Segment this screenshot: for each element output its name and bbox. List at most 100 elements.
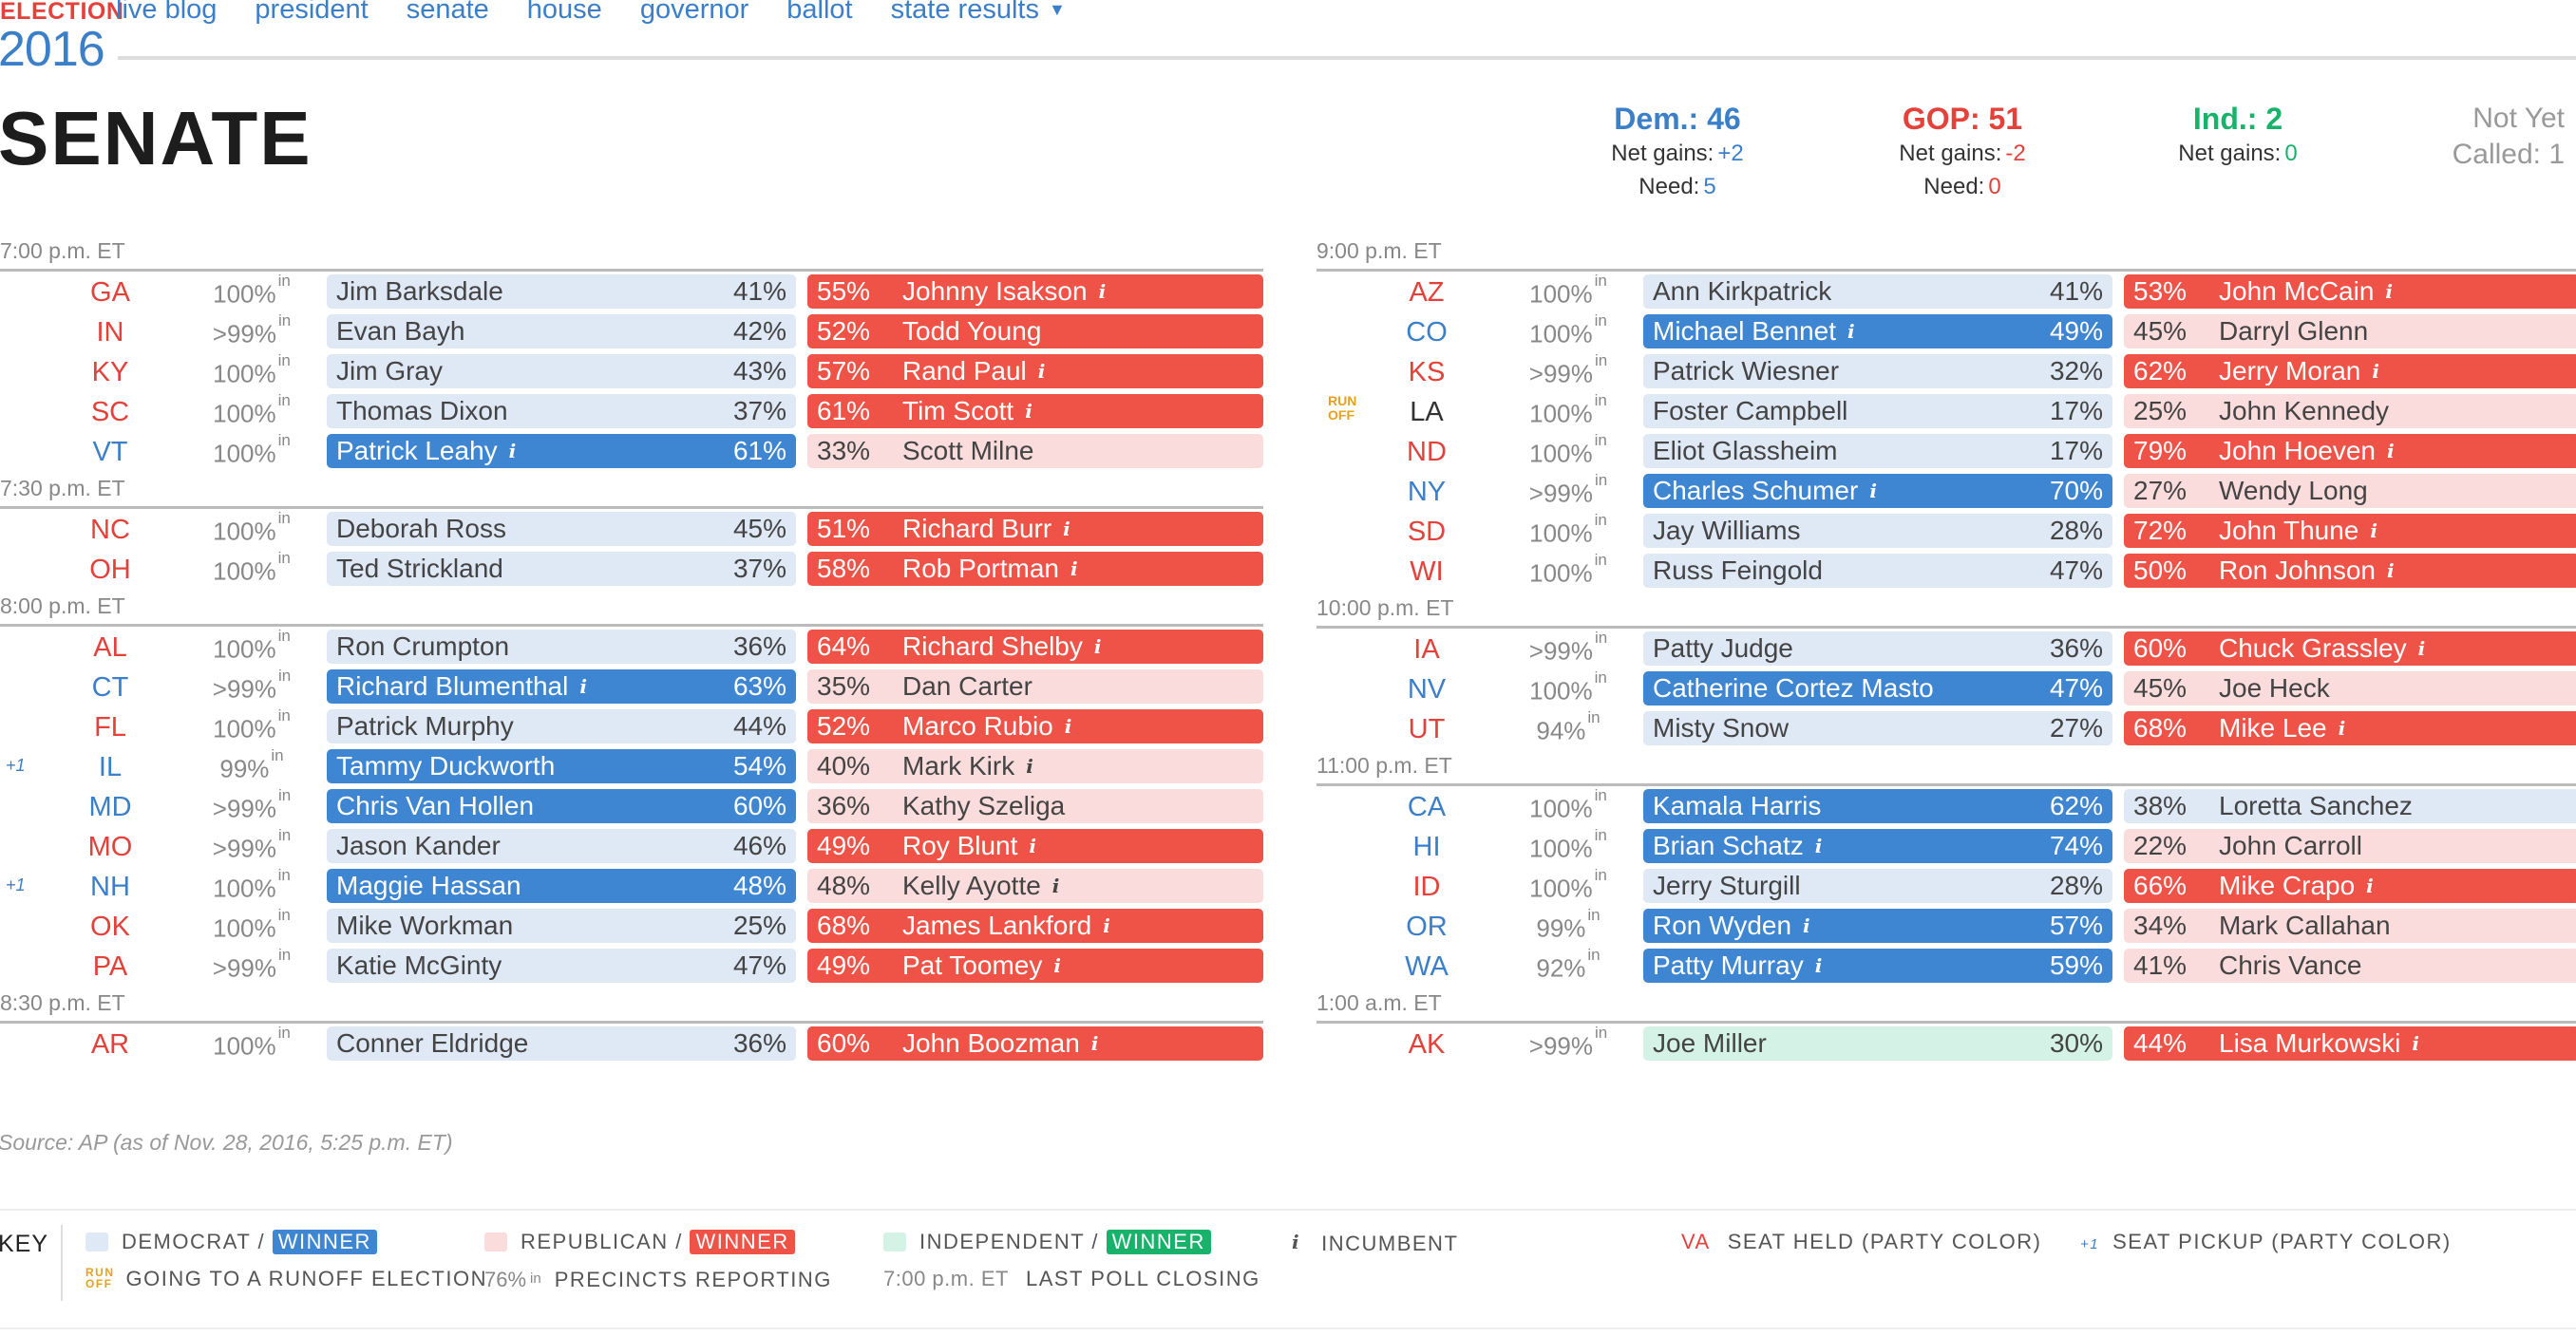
- nav-link-ballot[interactable]: ballot: [786, 0, 852, 26]
- state-abbr[interactable]: SD: [1373, 517, 1480, 548]
- state-abbr[interactable]: NH: [57, 872, 163, 903]
- vote-percent: 37%: [732, 554, 786, 583]
- state-abbr[interactable]: AZ: [1373, 277, 1480, 309]
- state-abbr[interactable]: OK: [57, 912, 163, 943]
- race-row-hi[interactable]: HI 100% in Brian Schatz i 74% John Carroll 22%: [1316, 826, 2576, 866]
- race-row-in[interactable]: IN >99% in Evan Bayh 42% Todd Young 52%: [0, 311, 1263, 351]
- state-abbr[interactable]: NV: [1373, 674, 1480, 706]
- race-row-nh[interactable]: +1 NH 100% in Maggie Hassan 48% Kelly Ayotte i 4…: [0, 866, 1263, 906]
- race-row-ny[interactable]: NY >99% in Charles Schumer i 70% Wendy Long 27%: [1316, 471, 2576, 511]
- state-abbr[interactable]: IL: [57, 752, 163, 783]
- candidate-name: Jim Barksdale: [336, 276, 503, 307]
- state-abbr[interactable]: HI: [1373, 832, 1480, 863]
- nav-link-senate[interactable]: senate: [407, 0, 489, 26]
- state-abbr[interactable]: GA: [57, 277, 163, 309]
- state-abbr[interactable]: SC: [57, 397, 163, 428]
- race-row-or[interactable]: OR 99% in Ron Wyden i 57% Mark Callahan 34%: [1316, 906, 2576, 946]
- race-row-nc[interactable]: NC 100% in Deborah Ross 45% Richard Burr i 51%: [0, 509, 1263, 549]
- seat-pickup-marker: +1: [6, 875, 26, 894]
- state-abbr[interactable]: PA: [57, 951, 163, 983]
- race-row-pa[interactable]: PA >99% in Katie McGinty 47% Pat Toomey i 49%: [0, 946, 1263, 986]
- race-row-sd[interactable]: SD 100% in Jay Williams 28% John Thune i 72%: [1316, 511, 2576, 551]
- vote-percent: 45%: [732, 514, 786, 543]
- state-abbr[interactable]: VT: [57, 437, 163, 468]
- dem-need-value: 5: [1703, 174, 1716, 199]
- state-abbr[interactable]: MD: [57, 792, 163, 823]
- race-row-ak[interactable]: AK >99% in Joe Miller 30% Lisa Murkowski i 44%: [1316, 1024, 2576, 1063]
- race-row-ks[interactable]: KS >99% in Patrick Wiesner 32% Jerry Moran i 62…: [1316, 351, 2576, 391]
- state-abbr[interactable]: UT: [1373, 714, 1480, 745]
- race-row-ca[interactable]: CA 100% in Kamala Harris 62% Loretta Sanchez 3…: [1316, 786, 2576, 826]
- race-row-il[interactable]: +1 IL 99% in Tammy Duckworth 54% Mark Kirk i 40%: [0, 746, 1263, 786]
- state-abbr[interactable]: AK: [1373, 1029, 1480, 1061]
- vote-percent: 79%: [2133, 436, 2188, 465]
- state-abbr[interactable]: NY: [1373, 477, 1480, 508]
- race-row-ut[interactable]: UT 94% in Misty Snow 27% Mike Lee i 68%: [1316, 708, 2576, 748]
- runoff-icon: RUN OFF: [85, 1266, 115, 1290]
- race-row-mo[interactable]: MO >99% in Jason Kander 46% Roy Blunt i 49%: [0, 826, 1263, 866]
- race-row-la[interactable]: RUN OFF LA 100% in Foster Campbell 17% John Ke…: [1316, 391, 2576, 431]
- nav-link-president[interactable]: president: [255, 0, 368, 26]
- race-row-nd[interactable]: ND 100% in Eliot Glassheim 17% John Hoeven i 79…: [1316, 431, 2576, 471]
- incumbent-icon: i: [2366, 875, 2374, 897]
- race-row-md[interactable]: MD >99% in Chris Van Hollen 60% Kathy Szeliga…: [0, 786, 1263, 826]
- state-abbr[interactable]: IN: [57, 317, 163, 348]
- race-row-vt[interactable]: VT 100% in Patrick Leahy i 61% Scott Milne 33%: [0, 431, 1263, 471]
- state-abbr[interactable]: OH: [57, 555, 163, 586]
- precincts-pct: 100%: [1529, 874, 1593, 903]
- race-row-al[interactable]: AL 100% in Ron Crumpton 36% Richard Shelby i 64…: [0, 627, 1263, 667]
- state-abbr[interactable]: IA: [1373, 634, 1480, 666]
- candidate-b-cell: Marco Rubio i 52%: [807, 709, 1263, 743]
- race-row-ar[interactable]: AR 100% in Conner Eldridge 36% John Boozman i 6…: [0, 1024, 1263, 1063]
- candidate-name: John Thune i: [2219, 516, 2377, 546]
- candidate-name: Catherine Cortez Masto: [1653, 673, 1934, 704]
- race-row-az[interactable]: AZ 100% in Ann Kirkpatrick 41% John McCain i 53…: [1316, 272, 2576, 311]
- state-abbr[interactable]: ND: [1373, 437, 1480, 468]
- candidate-name-text: Mike Workman: [336, 911, 514, 940]
- precincts-in-label: in: [278, 786, 292, 804]
- precincts-reporting: 100% in: [1497, 826, 1639, 864]
- race-row-ga[interactable]: GA 100% in Jim Barksdale 41% Johnny Isakson i 5…: [0, 272, 1263, 311]
- state-abbr[interactable]: MO: [57, 832, 163, 863]
- gop-net-gains-label: Net gains:: [1899, 141, 2002, 166]
- candidate-name: Scott Milne: [902, 436, 1034, 466]
- state-abbr[interactable]: NC: [57, 515, 163, 546]
- candidate-name-text: Russ Feingold: [1653, 555, 1823, 585]
- nav-link-house[interactable]: house: [527, 0, 602, 26]
- race-row-fl[interactable]: FL 100% in Patrick Murphy 44% Marco Rubio i 52%: [0, 706, 1263, 746]
- race-row-ok[interactable]: OK 100% in Mike Workman 25% James Lankford i 68…: [0, 906, 1263, 946]
- race-row-wi[interactable]: WI 100% in Russ Feingold 47% Ron Johnson i 50%: [1316, 551, 2576, 591]
- state-abbr[interactable]: OR: [1373, 912, 1480, 943]
- precincts-pct: >99%: [1528, 1031, 1593, 1061]
- nav-dropdown-state-results[interactable]: state results ▼: [891, 0, 1066, 26]
- state-abbr[interactable]: CA: [1373, 792, 1480, 823]
- state-abbr[interactable]: WA: [1373, 951, 1480, 983]
- race-row-wa[interactable]: WA 92% in Patty Murray i 59% Chris Vance 41%: [1316, 946, 2576, 986]
- nav-link-governor[interactable]: governor: [640, 0, 748, 26]
- state-abbr[interactable]: LA: [1373, 397, 1480, 428]
- vote-percent: 64%: [817, 631, 871, 661]
- race-row-ia[interactable]: IA >99% in Patty Judge 36% Chuck Grassley i 60%: [1316, 629, 2576, 668]
- vote-percent: 47%: [2049, 673, 2103, 703]
- state-abbr[interactable]: CO: [1373, 317, 1480, 348]
- race-row-co[interactable]: CO 100% in Michael Bennet i 49% Darryl Glenn 45…: [1316, 311, 2576, 351]
- candidate-name-text: Jerry Moran: [2219, 356, 2361, 386]
- state-abbr[interactable]: WI: [1373, 556, 1480, 588]
- state-abbr[interactable]: KY: [57, 357, 163, 388]
- race-row-id[interactable]: ID 100% in Jerry Sturgill 28% Mike Crapo i 66%: [1316, 866, 2576, 906]
- race-row-nv[interactable]: NV 100% in Catherine Cortez Masto 47% Joe Hec…: [1316, 668, 2576, 708]
- state-abbr[interactable]: AL: [57, 632, 163, 664]
- state-abbr[interactable]: CT: [57, 672, 163, 704]
- nav-link-live-blog[interactable]: live blog: [116, 0, 217, 26]
- state-abbr[interactable]: FL: [57, 712, 163, 743]
- state-abbr[interactable]: ID: [1373, 872, 1480, 903]
- logo-year-text: 2016: [0, 22, 105, 77]
- key-republican-label: REPUBLICAN /: [521, 1230, 683, 1253]
- race-row-sc[interactable]: SC 100% in Thomas Dixon 37% Tim Scott i 61%: [0, 391, 1263, 431]
- state-abbr[interactable]: AR: [57, 1029, 163, 1061]
- race-row-ct[interactable]: CT >99% in Richard Blumenthal i 63% Dan Carter…: [0, 667, 1263, 706]
- incumbent-icon: i: [2338, 717, 2346, 740]
- state-abbr[interactable]: KS: [1373, 357, 1480, 388]
- race-row-ky[interactable]: KY 100% in Jim Gray 43% Rand Paul i 57%: [0, 351, 1263, 391]
- race-row-oh[interactable]: OH 100% in Ted Strickland 37% Rob Portman i 58%: [0, 549, 1263, 589]
